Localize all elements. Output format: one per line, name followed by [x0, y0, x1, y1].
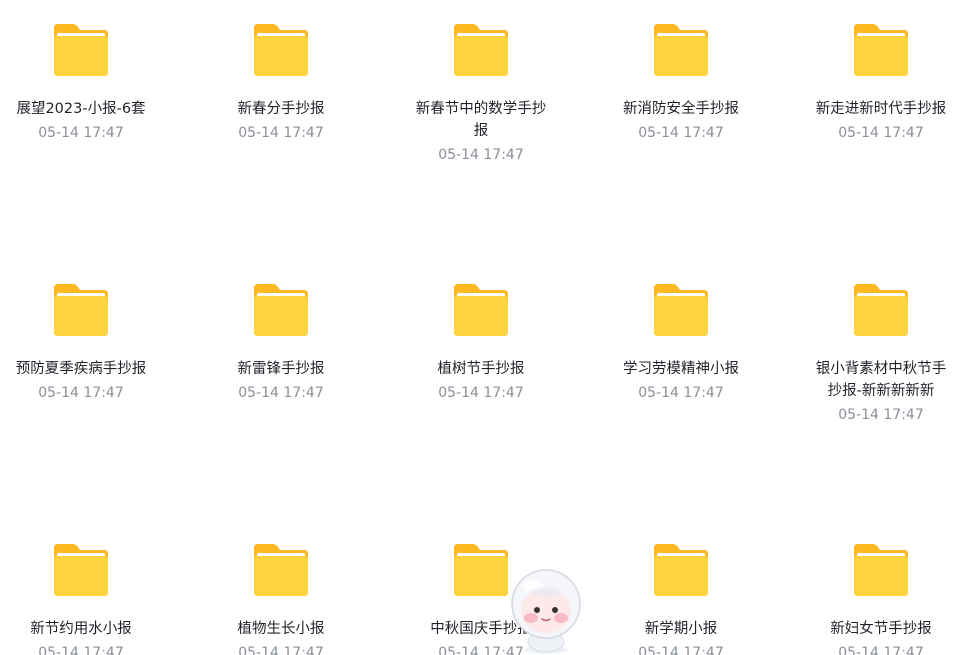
folder-item[interactable]: 银小背素材中秋节手抄报-新新新新新 05-14 17:47: [806, 282, 956, 426]
folder-modified-time: 05-14 17:47: [38, 125, 124, 141]
folder-icon: [654, 544, 708, 596]
folder-item[interactable]: 新消防安全手抄报 05-14 17:47: [606, 22, 756, 144]
file-grid: 展望2023-小报-6套 05-14 17:47 新春分手抄报 05-14 17…: [0, 0, 956, 655]
assistant-mascot-icon[interactable]: [505, 566, 587, 655]
folder-modified-time: 05-14 17:47: [238, 645, 324, 655]
folder-icon: [454, 284, 508, 336]
folder-name: 学习劳模精神小报: [623, 361, 739, 377]
folder-name: 新走进新时代手抄报: [815, 101, 947, 117]
folder-icon: [654, 24, 708, 76]
folder-icon: [454, 24, 508, 76]
folder-item[interactable]: 新雷锋手抄报 05-14 17:47: [206, 282, 356, 404]
folder-modified-time: 05-14 17:47: [238, 125, 324, 141]
folder-name: 新消防安全手抄报: [623, 101, 739, 117]
folder-item[interactable]: 新妇女节手抄报 05-14 17:47: [806, 542, 956, 655]
folder-modified-time: 05-14 17:47: [438, 147, 524, 163]
folder-item[interactable]: 新节约用水小报 05-14 17:47: [6, 542, 156, 655]
folder-icon: [854, 24, 908, 76]
folder-item[interactable]: 植树节手抄报 05-14 17:47: [406, 282, 556, 404]
folder-modified-time: 05-14 17:47: [238, 385, 324, 401]
folder-modified-time: 05-14 17:47: [638, 125, 724, 141]
folder-modified-time: 05-14 17:47: [638, 385, 724, 401]
folder-icon: [254, 544, 308, 596]
folder-modified-time: 05-14 17:47: [838, 125, 924, 141]
folder-icon: [854, 284, 908, 336]
folder-item[interactable]: 展望2023-小报-6套 05-14 17:47: [6, 22, 156, 144]
folder-modified-time: 05-14 17:47: [638, 645, 724, 655]
folder-icon: [54, 284, 108, 336]
folder-modified-time: 05-14 17:47: [838, 645, 924, 655]
folder-item[interactable]: 学习劳模精神小报 05-14 17:47: [606, 282, 756, 404]
folder-name: 植树节手抄报: [437, 361, 525, 377]
folder-icon: [54, 544, 108, 596]
folder-icon: [454, 544, 508, 596]
folder-item[interactable]: 预防夏季疾病手抄报 05-14 17:47: [6, 282, 156, 404]
folder-name: 新节约用水小报: [30, 621, 132, 637]
folder-icon: [854, 544, 908, 596]
folder-icon: [54, 24, 108, 76]
folder-icon: [254, 284, 308, 336]
folder-icon: [654, 284, 708, 336]
folder-name: 新春分手抄报: [237, 101, 325, 117]
folder-name: 银小背素材中秋节手抄报-新新新新新: [815, 361, 947, 399]
folder-name: 植物生长小报: [237, 621, 325, 637]
folder-item[interactable]: 植物生长小报 05-14 17:47: [206, 542, 356, 655]
folder-modified-time: 05-14 17:47: [38, 385, 124, 401]
folder-modified-time: 05-14 17:47: [38, 645, 124, 655]
folder-item[interactable]: 新走进新时代手抄报 05-14 17:47: [806, 22, 956, 144]
folder-item[interactable]: 新春分手抄报 05-14 17:47: [206, 22, 356, 144]
folder-name: 预防夏季疾病手抄报: [15, 361, 147, 377]
folder-name: 新妇女节手抄报: [830, 621, 932, 637]
folder-item[interactable]: 新春节中的数学手抄报 05-14 17:47: [406, 22, 556, 166]
folder-name: 新学期小报: [644, 621, 718, 637]
folder-name: 展望2023-小报-6套: [16, 101, 146, 117]
folder-name: 新春节中的数学手抄报: [415, 101, 547, 139]
folder-modified-time: 05-14 17:47: [438, 385, 524, 401]
folder-icon: [254, 24, 308, 76]
folder-item[interactable]: 新学期小报 05-14 17:47: [606, 542, 756, 655]
folder-modified-time: 05-14 17:47: [838, 407, 924, 423]
folder-name: 新雷锋手抄报: [237, 361, 325, 377]
